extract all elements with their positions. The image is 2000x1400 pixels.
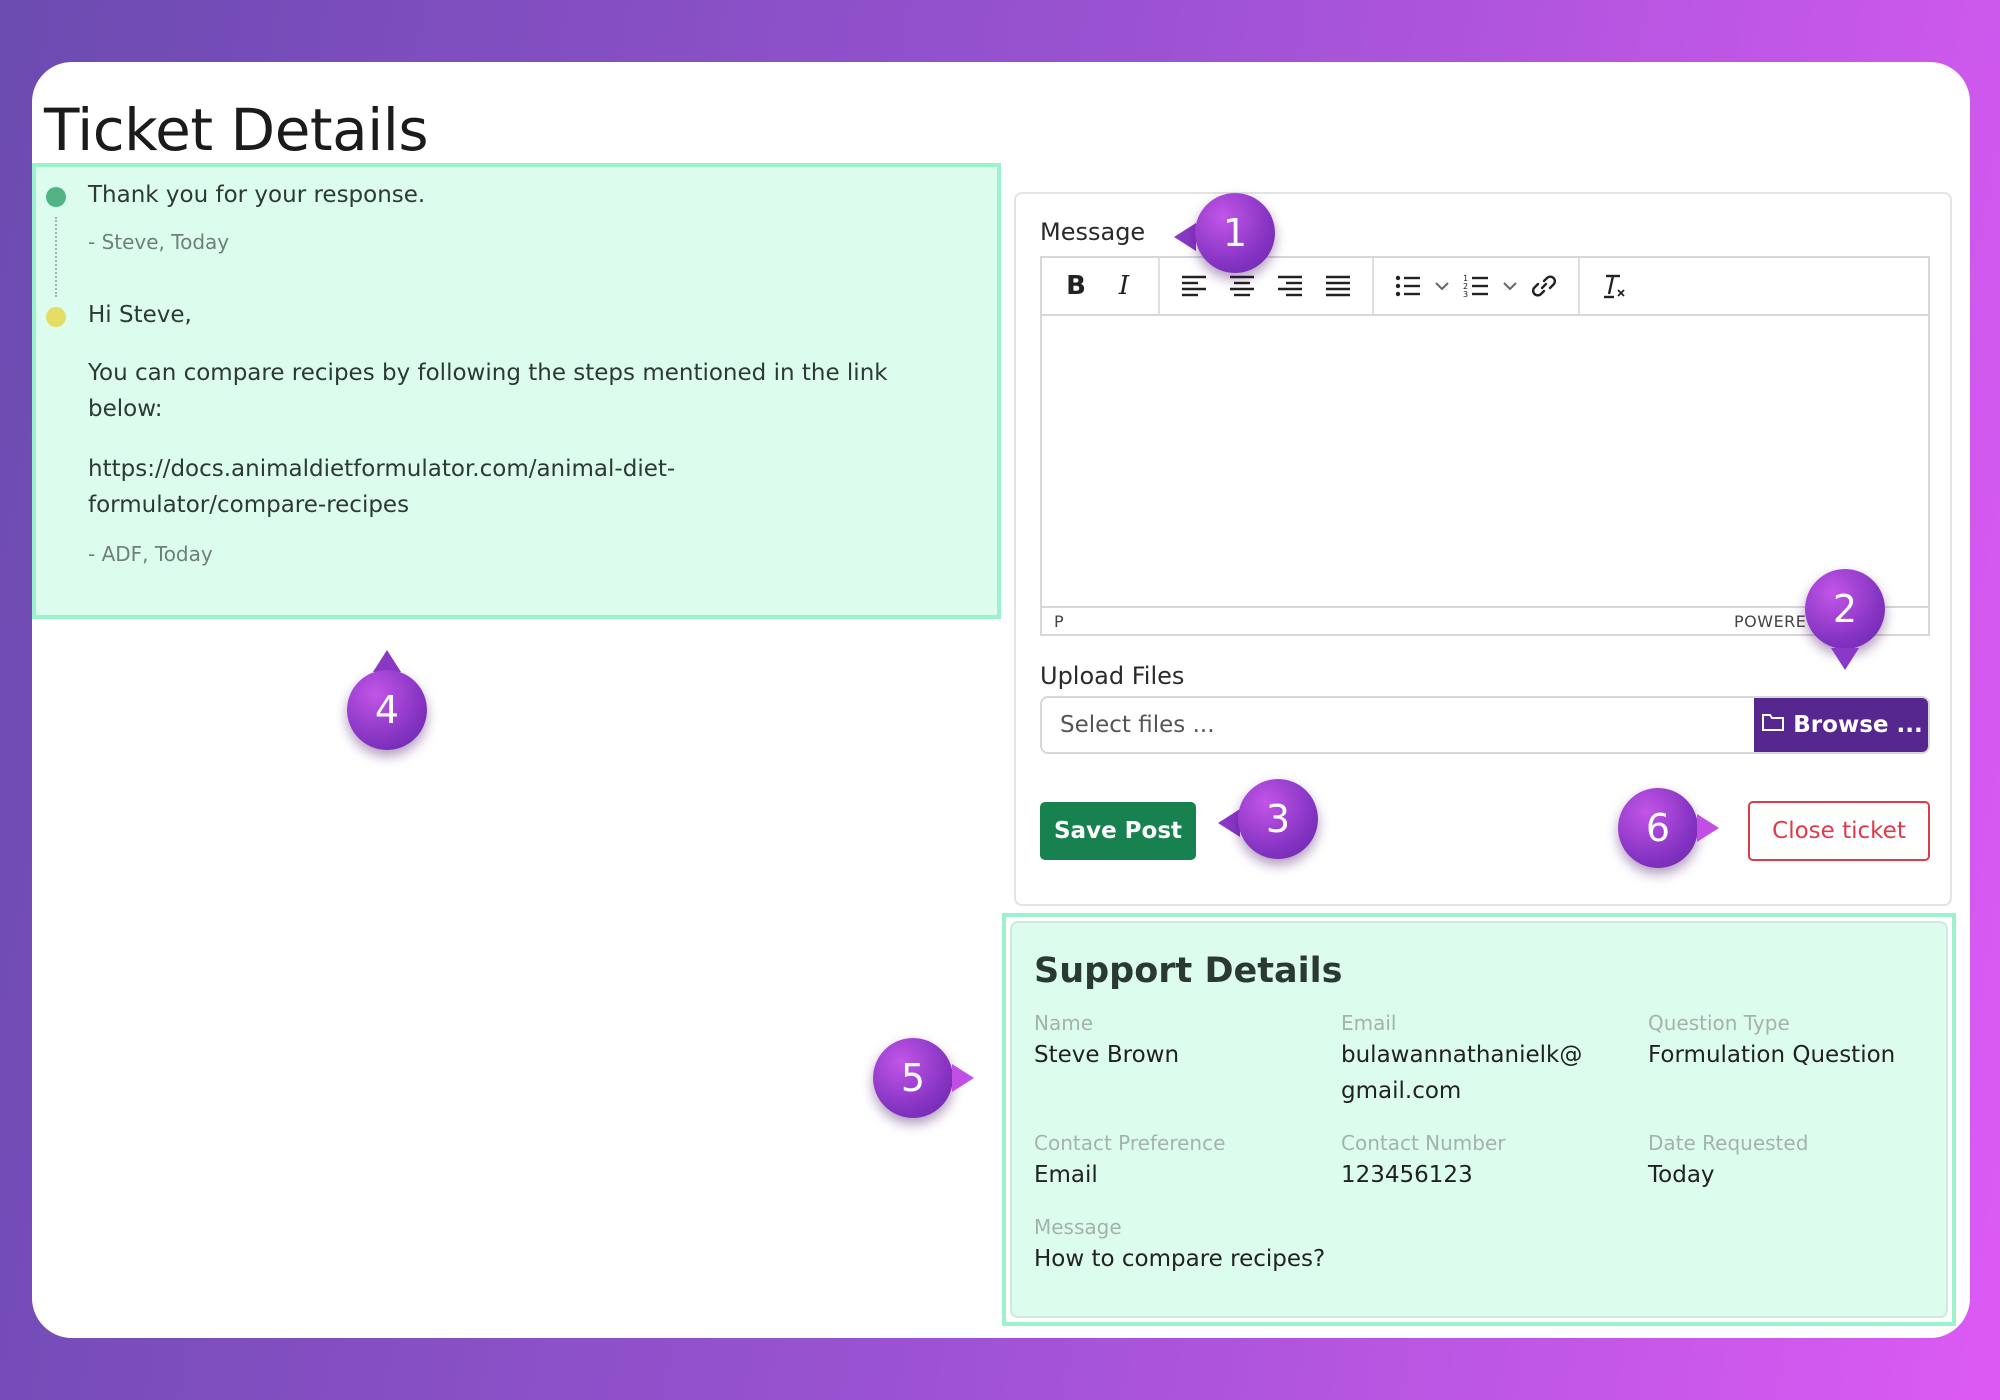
align-right-icon[interactable] — [1266, 266, 1314, 306]
callout-pointer — [1174, 223, 1196, 251]
toolbar-group-align — [1160, 258, 1374, 314]
svg-text:3: 3 — [1463, 290, 1468, 298]
bullet-list-icon[interactable] — [1384, 266, 1432, 306]
italic-icon[interactable]: I — [1100, 266, 1148, 306]
support-details-title: Support Details — [1034, 951, 1343, 991]
field-label: Email — [1341, 1011, 1397, 1035]
field-label: Question Type — [1648, 1011, 1790, 1035]
element-path: P — [1054, 611, 1064, 631]
numbered-list-icon[interactable]: 123 — [1452, 266, 1500, 306]
page-title: Ticket Details — [44, 96, 429, 164]
chevron-down-icon[interactable] — [1500, 266, 1520, 306]
message-author: - ADF, Today — [88, 542, 213, 566]
field-label: Contact Preference — [1034, 1131, 1226, 1155]
save-post-button[interactable]: Save Post — [1040, 802, 1196, 860]
message-editor[interactable]: B I 1 2 3 P POWERE Y — [1040, 256, 1930, 636]
align-left-icon[interactable] — [1170, 266, 1218, 306]
support-details-panel: Support Details Name Steve Brown Email b… — [1010, 921, 1948, 1318]
callout-pointer — [1218, 809, 1240, 837]
message-author: - Steve, Today — [88, 230, 230, 254]
message-link[interactable]: https://docs.animaldietformulator.com/an… — [88, 451, 828, 523]
field-label: Name — [1034, 1011, 1094, 1035]
toolbar-group-format: B I — [1042, 258, 1160, 314]
field-value-question-type: Formulation Question — [1648, 1042, 1896, 1068]
callout-badge-6: 6 — [1618, 788, 1698, 868]
callout-badge-1: 1 — [1195, 193, 1275, 273]
field-value-contact-preference: Email — [1034, 1162, 1098, 1188]
close-ticket-button[interactable]: Close ticket — [1748, 801, 1930, 861]
field-value-contact-number: 123456123 — [1341, 1162, 1473, 1188]
callout-badge-5: 5 — [873, 1038, 953, 1118]
callout-pointer — [952, 1064, 974, 1092]
upload-files-input[interactable]: Select files ... Browse ... — [1040, 696, 1930, 754]
callout-pointer — [1831, 648, 1859, 670]
message-label: Message — [1040, 218, 1146, 246]
field-value-email: bulawannathanielk@ gmail.com — [1341, 1042, 1583, 1104]
callout-badge-2: 2 — [1805, 569, 1885, 649]
link-icon[interactable] — [1520, 266, 1568, 306]
callout-pointer — [373, 650, 401, 672]
thread-connector — [55, 217, 57, 297]
message-text: You can compare recipes by following the… — [88, 360, 888, 422]
bold-icon[interactable]: B — [1052, 266, 1100, 306]
callout-pointer — [1697, 814, 1719, 842]
field-value-date-requested: Today — [1648, 1162, 1715, 1188]
browse-button[interactable]: Browse ... — [1754, 698, 1928, 752]
folder-icon — [1761, 712, 1785, 738]
message-text: Thank you for your response. — [88, 182, 426, 208]
callout-badge-3: 3 — [1238, 779, 1318, 859]
conversation-thread: Thank you for your response. - Steve, To… — [32, 163, 1001, 619]
chevron-down-icon[interactable] — [1432, 266, 1452, 306]
upload-label: Upload Files — [1040, 662, 1185, 690]
clear-format-icon[interactable] — [1590, 266, 1638, 306]
browse-label: Browse ... — [1793, 712, 1923, 738]
editor-toolbar: B I 1 2 3 — [1042, 258, 1928, 316]
editor-statusbar: P POWERE Y — [1042, 606, 1928, 634]
reply-form: Message B I 1 2 3 P POWERE Y Upload File… — [1014, 192, 1952, 906]
toolbar-group-lists: 123 — [1374, 258, 1580, 314]
message-text: Hi Steve, — [88, 302, 192, 328]
field-label: Date Requested — [1648, 1131, 1809, 1155]
status-dot-green — [46, 187, 66, 207]
upload-placeholder: Select files ... — [1060, 712, 1215, 738]
status-dot-yellow — [46, 307, 66, 327]
field-label: Message — [1034, 1215, 1122, 1239]
field-label: Contact Number — [1341, 1131, 1506, 1155]
field-value-message: How to compare recipes? — [1034, 1246, 1326, 1272]
callout-badge-4: 4 — [347, 670, 427, 750]
toolbar-group-clear — [1580, 258, 1648, 314]
field-value-name: Steve Brown — [1034, 1042, 1180, 1068]
support-details-highlight: Support Details Name Steve Brown Email b… — [1002, 913, 1956, 1326]
align-justify-icon[interactable] — [1314, 266, 1362, 306]
